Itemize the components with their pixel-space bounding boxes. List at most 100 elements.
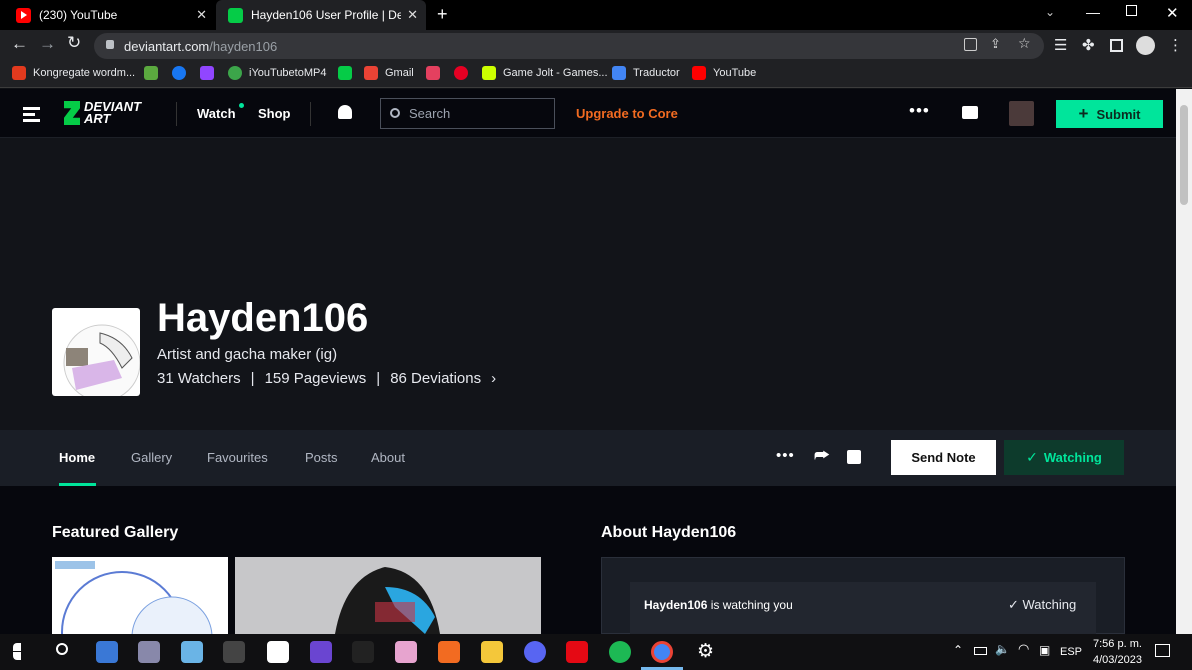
netflix-icon[interactable]	[566, 641, 588, 663]
vhs-app-icon[interactable]	[223, 641, 245, 663]
shop-link[interactable]: Shop	[258, 106, 291, 121]
side-panel-icon[interactable]	[1110, 39, 1123, 52]
notification-center-icon[interactable]	[1155, 644, 1170, 657]
share-icon[interactable]: ⇪	[990, 36, 1001, 52]
bookmark-star-icon[interactable]: ☆	[1018, 35, 1031, 52]
gallery-thumbnail[interactable]	[52, 557, 228, 634]
chevron-right-icon[interactable]: ›	[491, 370, 496, 387]
bookmark-app[interactable]	[144, 66, 158, 80]
submit-label: Submit	[1096, 106, 1141, 122]
app-icon[interactable]	[138, 641, 160, 663]
deviations-count[interactable]: 86 Deviations	[390, 370, 481, 387]
watch-link[interactable]: Watch	[197, 106, 236, 121]
puzzle-icon[interactable]: ✤	[1082, 36, 1095, 54]
reload-icon[interactable]: ↻	[67, 33, 81, 53]
chat-icon[interactable]	[962, 106, 978, 119]
about-watching-status: ✓ Watching	[1008, 597, 1076, 613]
hamburger-menu-icon[interactable]	[23, 107, 40, 122]
page-scrollbar[interactable]	[1176, 89, 1192, 634]
battery-icon[interactable]	[974, 647, 987, 655]
windows-start-icon[interactable]	[13, 643, 21, 660]
meet-now-icon[interactable]: ▣	[1039, 643, 1050, 657]
tab-home[interactable]: Home	[59, 450, 95, 465]
bookmark-gmail[interactable]: Gmail	[364, 66, 414, 80]
gift-icon[interactable]	[847, 450, 861, 464]
thumbnail-artwork	[55, 561, 213, 634]
bookmark-gamejolt[interactable]: Game Jolt - Games...	[482, 66, 608, 80]
about-text: is watching you	[707, 598, 793, 612]
close-tab-icon[interactable]: ✕	[407, 7, 418, 23]
deviantart-logo[interactable]: DEVIANT ART	[64, 100, 141, 125]
tab-favourites[interactable]: Favourites	[207, 450, 268, 465]
about-username[interactable]: Hayden106	[644, 598, 707, 612]
upgrade-to-core-link[interactable]: Upgrade to Core	[576, 106, 678, 121]
extension-icon[interactable]: ☰	[1054, 36, 1067, 54]
scrollbar-thumb[interactable]	[1180, 105, 1188, 205]
more-options-icon[interactable]: •••	[909, 101, 930, 121]
checkmark-icon: ✓	[1026, 449, 1038, 465]
submit-button[interactable]: + Submit	[1056, 100, 1163, 128]
microsoft-store-icon[interactable]	[96, 641, 118, 663]
chrome-icon[interactable]	[651, 641, 673, 663]
discord-icon[interactable]	[524, 641, 546, 663]
divider	[310, 102, 311, 126]
bookmark-facebook[interactable]	[172, 66, 186, 80]
close-tab-icon[interactable]: ✕	[196, 7, 207, 23]
profile-avatar-icon[interactable]	[1136, 36, 1155, 55]
tab-posts[interactable]: Posts	[305, 450, 338, 465]
address-bar[interactable]: deviantart.com/hayden106 ⇪ ☆	[94, 33, 1044, 59]
browser-tab-youtube[interactable]: (230) YouTube ✕	[0, 0, 215, 30]
minimize-icon[interactable]: —	[1086, 4, 1100, 20]
share-icon[interactable]: ⮫	[814, 446, 830, 466]
close-window-icon[interactable]: ✕	[1166, 4, 1179, 22]
bookmark-deviantart[interactable]	[338, 66, 352, 80]
capcut-icon[interactable]	[267, 641, 289, 663]
bookmark-store[interactable]	[426, 66, 440, 80]
checkmark-icon: ✓	[1008, 597, 1023, 612]
watchers-count[interactable]: 31 Watchers	[157, 370, 241, 387]
user-avatar[interactable]	[1009, 101, 1034, 126]
bookmark-youtube[interactable]: YouTube	[692, 66, 756, 80]
profile-avatar[interactable]	[52, 308, 140, 396]
translate-icon[interactable]	[964, 38, 977, 51]
spotify-icon[interactable]	[609, 641, 631, 663]
watching-button[interactable]: ✓ Watching	[1004, 440, 1124, 475]
app-icon[interactable]	[181, 641, 203, 663]
input-language[interactable]: ESP	[1060, 646, 1082, 658]
bookmark-label: Traductor	[633, 67, 680, 79]
ibis-paint-icon[interactable]	[352, 641, 374, 663]
wifi-icon[interactable]: ◠	[1018, 641, 1029, 657]
tab-gallery[interactable]: Gallery	[131, 450, 172, 465]
bookmark-iyoutubetomp4[interactable]: iYouTubetoMP4	[228, 66, 326, 80]
file-explorer-icon[interactable]	[481, 641, 503, 663]
more-menu-icon[interactable]: ⋮	[1168, 36, 1183, 54]
search-icon[interactable]	[56, 643, 68, 655]
app-icon[interactable]	[395, 641, 417, 663]
forward-icon[interactable]: →	[39, 34, 56, 54]
search-input[interactable]: Search	[409, 106, 450, 121]
restore-icon[interactable]	[1126, 5, 1137, 16]
settings-gear-icon[interactable]: ⚙	[697, 640, 714, 663]
tab-search-icon[interactable]: ⌄	[1045, 5, 1055, 19]
gallery-thumbnail[interactable]	[235, 557, 541, 634]
bookmark-kongregate[interactable]: Kongregate wordm...	[12, 66, 135, 80]
bookmark-traductor[interactable]: Traductor	[612, 66, 680, 80]
volume-icon[interactable]: 🔈	[995, 642, 1010, 656]
browser-tab-deviantart[interactable]: Hayden106 User Profile | Deviant ✕	[216, 0, 426, 30]
app-icon[interactable]	[438, 641, 460, 663]
back-icon[interactable]: ←	[11, 34, 28, 54]
notifications-bell-icon[interactable]	[338, 105, 352, 119]
bookmark-twitch[interactable]	[200, 66, 214, 80]
new-tab-icon[interactable]: +	[437, 4, 448, 25]
send-note-button[interactable]: Send Note	[891, 440, 996, 475]
search-box[interactable]: Search	[380, 98, 555, 129]
clock-time[interactable]: 7:56 p. m.	[1093, 638, 1142, 650]
tab-about[interactable]: About	[371, 450, 405, 465]
site-header: DEVIANT ART Watch Shop Search Upgrade to…	[0, 89, 1176, 138]
more-options-icon[interactable]: •••	[776, 447, 795, 464]
bookmark-pinterest[interactable]	[454, 66, 468, 80]
watching-you-text: Hayden106 is watching you	[644, 598, 793, 612]
clock-date[interactable]: 4/03/2023	[1093, 654, 1142, 666]
chevron-up-icon[interactable]: ⌃	[953, 643, 963, 657]
app-icon[interactable]	[310, 641, 332, 663]
